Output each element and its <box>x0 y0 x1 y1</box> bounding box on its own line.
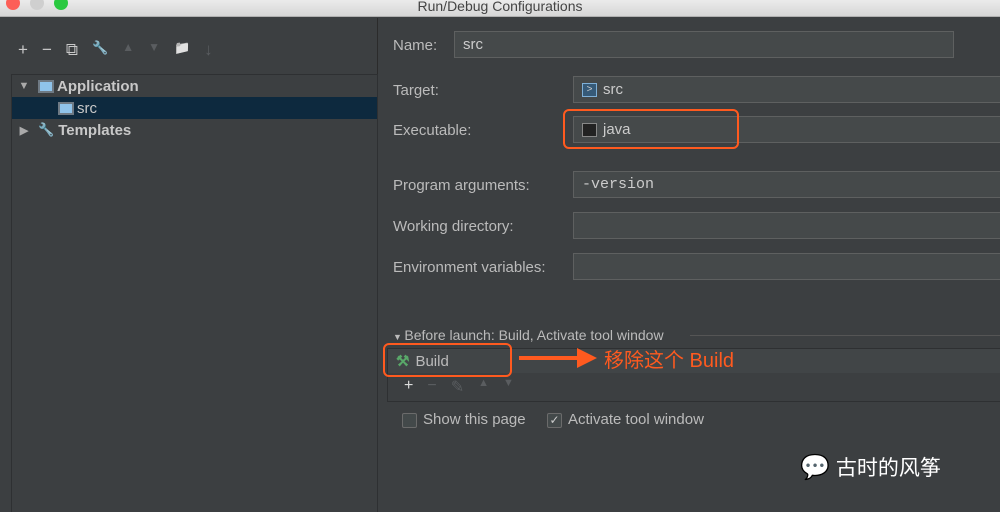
application-icon <box>38 79 54 93</box>
add-config-button[interactable]: + <box>18 40 28 60</box>
sort-button[interactable]: ↓ <box>204 40 213 60</box>
name-input[interactable]: src <box>454 31 954 58</box>
target-select[interactable]: > src <box>573 76 1000 103</box>
tree-item-src[interactable]: src <box>12 97 377 119</box>
tree-item-label: Application <box>57 77 139 95</box>
annotation-arrow <box>519 356 579 360</box>
move-up-button[interactable]: ▲ <box>122 40 134 60</box>
expand-arrow-icon[interactable]: ▼ <box>16 80 32 92</box>
watermark: 💬 古时的风筝 <box>800 452 941 482</box>
wrench-icon: 🔧 <box>38 122 55 137</box>
remove-task-button[interactable]: − <box>427 377 436 397</box>
executable-label: Executable: <box>393 122 472 139</box>
application-icon <box>58 101 74 115</box>
tree-item-label: src <box>77 99 97 117</box>
move-down-task-button[interactable]: ▼ <box>503 377 514 397</box>
watermark-text: 古时的风筝 <box>835 457 941 480</box>
name-label: Name: <box>393 37 438 54</box>
config-tree: ▼ Application src ▶ 🔧 Templates <box>11 74 378 512</box>
program-arguments-input[interactable]: -version <box>573 171 1000 198</box>
working-directory-input[interactable] <box>573 212 1000 239</box>
move-down-button[interactable]: ▼ <box>148 40 160 60</box>
arrow-head-icon <box>577 348 597 368</box>
config-sidebar: + − ⧉ 🔧 ▲ ▼ 📁 ↓ ▼ Application src ▶ 🔧 Templ… <box>0 18 378 512</box>
annotation-highlight-build <box>383 343 512 377</box>
show-page-label: Show this page <box>423 411 526 428</box>
annotation-text: 移除这个 Build <box>604 350 735 372</box>
activate-tool-window-checkbox[interactable]: ✓ Activate tool window <box>547 411 704 428</box>
tree-item-application[interactable]: ▼ Application <box>12 75 377 97</box>
name-value: src <box>463 36 483 53</box>
program-arguments-label: Program arguments: <box>393 177 530 194</box>
new-folder-button[interactable]: 📁 <box>174 40 190 60</box>
copy-config-button[interactable]: ⧉ <box>66 40 78 60</box>
collapse-arrow-icon: ▼ <box>393 332 405 342</box>
terminal-icon: > <box>582 82 597 97</box>
environment-variables-label: Environment variables: <box>393 259 546 276</box>
show-page-checkbox[interactable]: Show this page <box>402 411 526 428</box>
tree-item-label: Templates <box>58 121 132 139</box>
remove-config-button[interactable]: − <box>42 40 52 60</box>
before-launch-header[interactable]: ▼ Before launch: Build, Activate tool wi… <box>393 327 664 343</box>
window-title: Run/Debug Configurations <box>417 0 583 14</box>
annotation-highlight-executable <box>563 109 739 149</box>
working-directory-label: Working directory: <box>393 218 514 235</box>
add-task-button[interactable]: + <box>404 377 413 397</box>
collapse-arrow-icon[interactable]: ▶ <box>16 124 32 137</box>
checkbox-unchecked-icon <box>402 412 417 428</box>
activate-label: Activate tool window <box>568 411 704 428</box>
tree-item-templates[interactable]: ▶ 🔧 Templates <box>12 119 377 141</box>
move-up-task-button[interactable]: ▲ <box>478 377 489 397</box>
before-launch-title: Before launch: Build, Activate tool wind… <box>404 327 664 343</box>
wechat-icon: 💬 <box>800 453 830 481</box>
title-bar: Run/Debug Configurations <box>0 0 1000 17</box>
divider <box>690 335 1000 336</box>
program-arguments-value: -version <box>582 176 655 193</box>
checkbox-checked-icon: ✓ <box>547 412 562 428</box>
target-value: src <box>603 81 623 98</box>
edit-task-button[interactable]: ✎ <box>451 377 464 397</box>
wrench-icon[interactable]: 🔧 <box>92 40 108 60</box>
target-label: Target: <box>393 82 439 99</box>
sidebar-toolbar: + − ⧉ 🔧 ▲ ▼ 📁 ↓ <box>18 40 213 60</box>
environment-variables-input[interactable] <box>573 253 1000 280</box>
